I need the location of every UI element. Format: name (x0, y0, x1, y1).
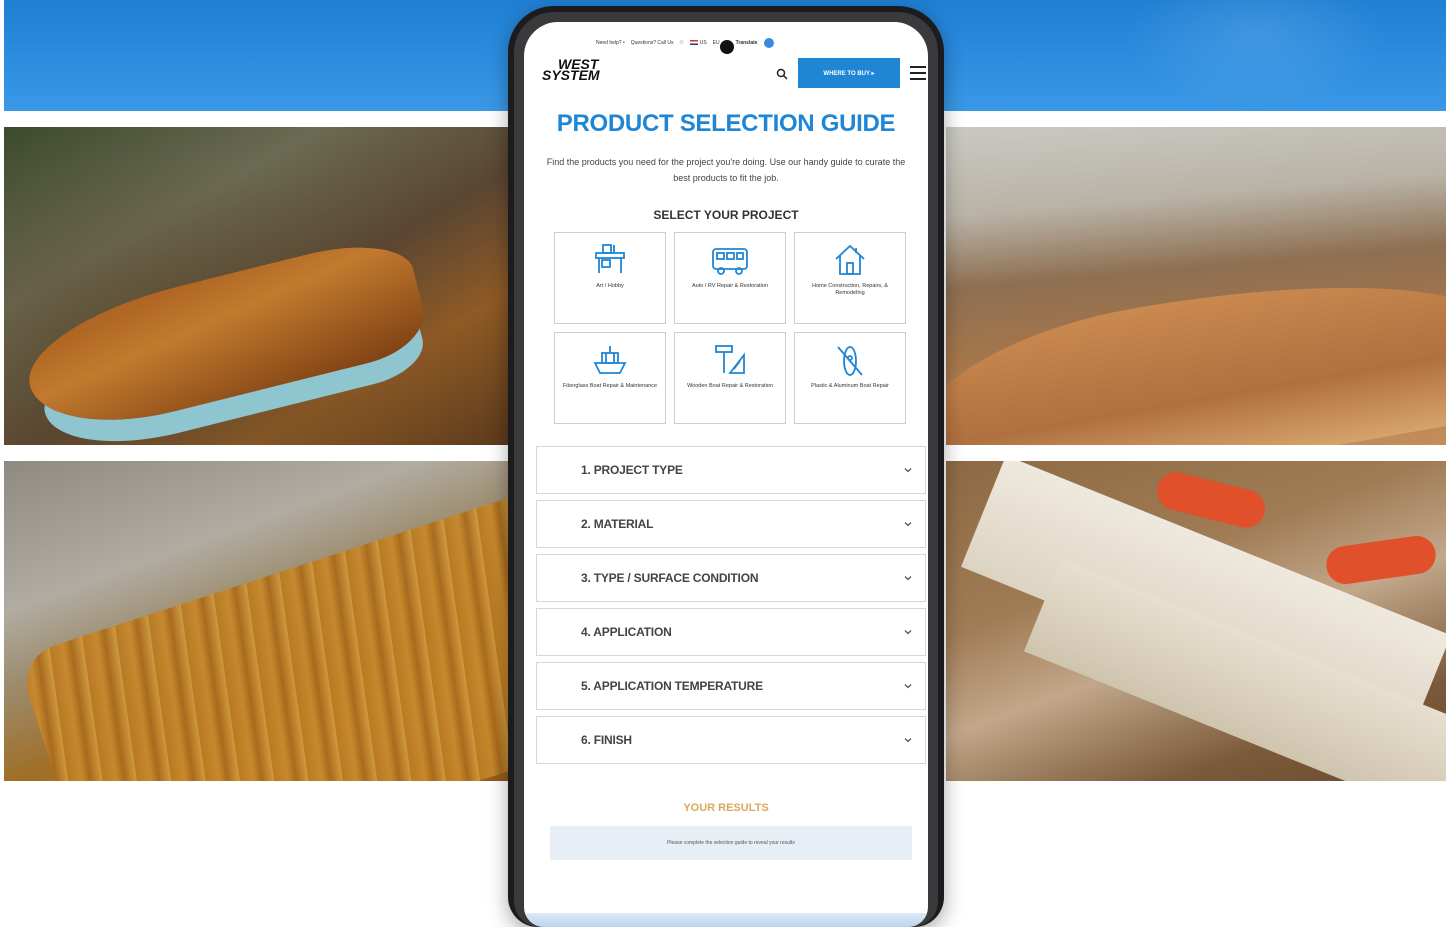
chevron-down-icon (904, 576, 912, 581)
hamburger-menu-icon[interactable] (910, 66, 926, 80)
results-placeholder: Please complete the selection guide to r… (550, 826, 912, 860)
photo-laminated-beams (946, 461, 1446, 781)
translate-link[interactable]: Translate (736, 40, 758, 46)
globe-icon[interactable] (763, 38, 774, 48)
chevron-down-icon (904, 684, 912, 689)
logo-word-system: SYSTEM (542, 67, 600, 83)
project-label: Fiberglass Boat Repair & Maintenance (562, 383, 658, 389)
kayak-icon (837, 346, 863, 376)
phone-frame: Need help? • Questions? Call Us ✆ US EU … (508, 6, 944, 927)
chevron-down-icon (904, 522, 912, 527)
phone-screen: Need help? • Questions? Call Us ✆ US EU … (524, 22, 928, 927)
step-project-type[interactable]: 1. PROJECT TYPE (536, 446, 926, 494)
region-us[interactable]: US (689, 40, 707, 46)
step-label: 5. APPLICATION TEMPERATURE (581, 679, 763, 693)
project-tile-fiberglass-boat[interactable]: Fiberglass Boat Repair & Maintenance (554, 332, 666, 424)
project-label: Auto / RV Repair & Restoration (691, 283, 769, 289)
project-tile-home-construction[interactable]: Home Construction, Repairs, & Remodeling (794, 232, 906, 324)
project-label: Art / Hobby (596, 283, 624, 289)
chevron-down-icon (904, 738, 912, 743)
project-tile-wooden-boat[interactable]: Wooden Boat Repair & Restoration (674, 332, 786, 424)
hammer-icon (715, 345, 745, 374)
page-subtitle: Find the products you need for the proje… (546, 157, 906, 183)
page-title: PRODUCT SELECTION GUIDE (556, 110, 896, 137)
region-eu[interactable]: EU (713, 40, 720, 46)
step-application-temperature[interactable]: 5. APPLICATION TEMPERATURE (536, 662, 926, 710)
footer-strip (524, 913, 928, 927)
hull-shape (946, 246, 1446, 445)
photo-wooden-dinghy (4, 127, 510, 445)
step-label: 4. APPLICATION (581, 625, 672, 639)
step-material[interactable]: 2. MATERIAL (536, 500, 926, 548)
chevron-down-icon (904, 468, 912, 473)
phone-icon[interactable]: ✆ (680, 40, 684, 46)
questions-link[interactable]: Questions? Call Us (631, 40, 674, 46)
search-icon[interactable] (776, 68, 788, 80)
project-tile-art-hobby[interactable]: Art / Hobby (554, 232, 666, 324)
west-system-logo[interactable]: WEST SYSTEM (536, 56, 636, 86)
project-tile-auto-rv[interactable]: Auto / RV Repair & Restoration (674, 232, 786, 324)
photo-epoxy-coated-plank (4, 461, 510, 781)
region-us-label: US (699, 40, 707, 46)
us-flag-icon (689, 40, 698, 46)
select-project-heading: SELECT YOUR PROJECT (653, 208, 799, 222)
results-heading: YOUR RESULTS (683, 802, 769, 814)
workbench-icon (595, 244, 625, 273)
project-label: Home Construction, Repairs, & Remodeling (812, 283, 888, 296)
step-label: 1. PROJECT TYPE (581, 463, 683, 477)
help-link[interactable]: Need help? • (596, 40, 625, 46)
step-label: 3. TYPE / SURFACE CONDITION (581, 571, 759, 585)
glove-shape-2 (1323, 533, 1439, 587)
step-finish[interactable]: 6. FINISH (536, 716, 926, 764)
where-to-buy-button[interactable]: WHERE TO BUY ▸ (798, 58, 900, 88)
step-label: 6. FINISH (581, 733, 632, 747)
rv-icon (712, 248, 748, 275)
step-application[interactable]: 4. APPLICATION (536, 608, 926, 656)
chevron-down-icon (904, 630, 912, 635)
step-surface-condition[interactable]: 3. TYPE / SURFACE CONDITION (536, 554, 926, 602)
house-icon (835, 244, 865, 275)
phone-bezel: Need help? • Questions? Call Us ✆ US EU … (514, 12, 938, 927)
project-tile-plastic-aluminum-boat[interactable]: Plastic & Aluminum Boat Repair (794, 332, 906, 424)
camera-hole (720, 40, 734, 54)
photo-boat-interior-workshop (946, 127, 1446, 445)
project-grid: Art / Hobby Auto / RV Repair & Restorati… (554, 232, 906, 424)
project-label: Wooden Boat Repair & Restoration (687, 383, 773, 389)
boat-icon (593, 346, 627, 374)
plank-shape (16, 497, 510, 781)
dinghy-hull-shape (15, 230, 433, 444)
project-label: Plastic & Aluminum Boat Repair (811, 383, 889, 389)
step-label: 2. MATERIAL (581, 517, 654, 531)
